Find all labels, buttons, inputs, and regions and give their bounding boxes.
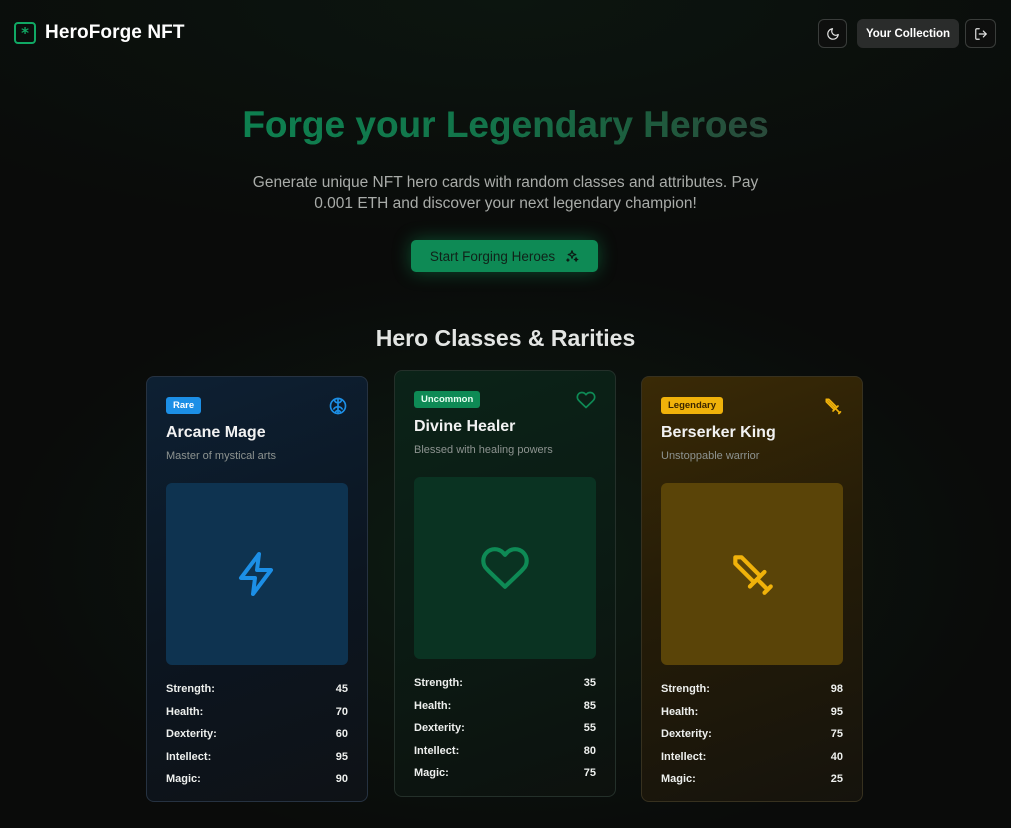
sword-icon [825,398,842,415]
stat-value: 35 [583,677,596,690]
card-description: Blessed with healing powers [414,444,553,456]
stat-row: Strength: 35 [414,672,596,695]
hero-card-divine-healer[interactable]: Uncommon Divine Healer Blessed with heal… [394,370,616,797]
stat-row: Strength: 98 [661,678,843,701]
stat-row: Dexterity: 55 [414,717,596,740]
brain-icon [329,397,347,415]
stat-row: Magic: 75 [414,762,596,785]
card-title: Arcane Mage [166,424,266,441]
stat-value: 60 [335,728,348,741]
stat-label: Strength: [661,683,710,696]
card-art [661,483,843,665]
stat-label: Health: [166,705,204,718]
stat-row: Magic: 25 [661,768,843,791]
stat-label: Dexterity: [166,728,217,741]
stat-label: Magic: [661,773,696,786]
stat-row: Intellect: 95 [166,746,348,769]
card-art [166,483,348,665]
stat-label: Health: [661,705,699,718]
section-title: Hero Classes & Rarities [375,325,636,351]
start-forging-button[interactable]: Start Forging Heroes [411,240,598,272]
lightning-icon [239,552,273,596]
stat-value: 40 [830,750,843,763]
stat-label: Intellect: [661,750,707,763]
rarity-badge: Legendary [661,397,724,414]
stat-row: Intellect: 80 [414,740,596,763]
stat-row: Health: 70 [166,701,348,724]
stat-label: Health: [414,699,452,712]
asterisk-logo-icon: * [14,22,36,44]
stat-value: 95 [830,705,843,718]
stat-value: 98 [830,683,843,696]
stat-row: Strength: 45 [166,678,348,701]
moon-icon [826,27,839,40]
card-title: Berserker King [661,424,776,441]
stats-list: Strength: 35 Health: 85 Dexterity: 55 Intel… [414,672,596,785]
stat-label: Magic: [414,767,449,780]
top-nav: * HeroForge NFT Your Collection [0,0,1011,68]
stat-value: 90 [335,773,348,786]
sword-icon [733,555,773,595]
heart-icon [576,391,596,409]
stat-label: Intellect: [414,744,460,757]
stat-value: 55 [583,722,596,735]
hero-card-berserker-king[interactable]: Legendary Berserker King Unstoppable war… [641,376,863,802]
stat-row: Health: 85 [414,695,596,718]
stat-value: 25 [830,773,843,786]
stats-list: Strength: 98 Health: 95 Dexterity: 75 Intel… [661,678,843,791]
stat-value: 75 [583,767,596,780]
card-description: Unstoppable warrior [661,450,760,462]
stat-value: 80 [583,744,596,757]
stat-label: Dexterity: [414,722,465,735]
brand[interactable]: * HeroForge NFT [14,22,185,44]
stat-value: 95 [335,750,348,763]
log-out-icon [974,27,987,40]
stat-row: Intellect: 40 [661,746,843,769]
stat-value: 85 [583,699,596,712]
your-collection-button[interactable]: Your Collection [857,19,959,48]
rarity-badge: Uncommon [414,391,481,408]
stats-list: Strength: 45 Health: 70 Dexterity: 60 Intel… [166,678,348,791]
heart-icon [481,547,529,589]
start-forging-label: Start Forging Heroes [429,248,556,264]
page-title: Forge your Legendary Heroes [0,104,1011,146]
stat-row: Health: 95 [661,701,843,724]
stat-label: Magic: [166,773,201,786]
card-title: Divine Healer [414,418,516,435]
stat-label: Intellect: [166,750,212,763]
stat-value: 75 [830,728,843,741]
logout-button[interactable] [965,19,996,48]
stat-label: Strength: [414,677,463,690]
card-art [414,477,596,659]
stat-row: Dexterity: 60 [166,723,348,746]
stat-value: 45 [335,683,348,696]
stat-value: 70 [335,705,348,718]
stat-label: Dexterity: [661,728,712,741]
hero-card-arcane-mage[interactable]: Rare Arcane Mage Master of mystical arts… [146,376,368,802]
theme-toggle-button[interactable] [818,19,847,48]
stat-label: Strength: [166,683,215,696]
card-description: Master of mystical arts [166,450,277,462]
rarity-badge: Rare [166,397,202,414]
brand-name: HeroForge NFT [45,22,185,43]
hero-subtitle: Generate unique NFT hero cards with rand… [252,174,759,212]
stat-row: Magic: 90 [166,768,348,791]
sparkles-icon [566,250,579,262]
stat-row: Dexterity: 75 [661,723,843,746]
